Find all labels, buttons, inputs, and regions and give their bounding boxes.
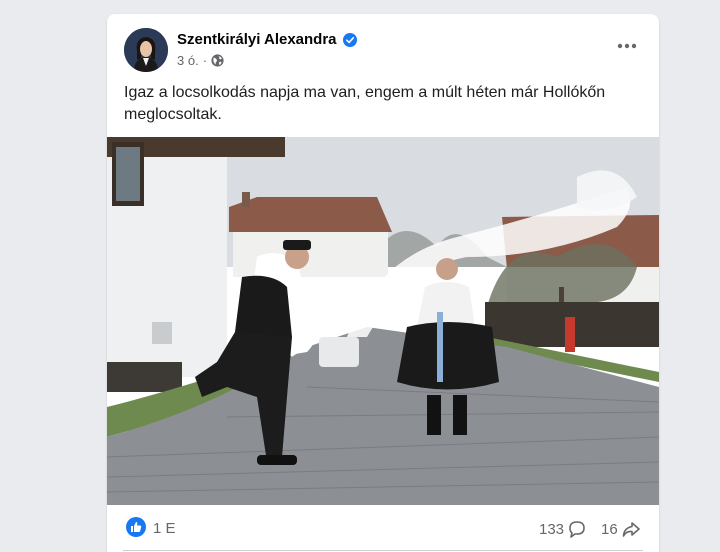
post-text-line-2: meglocsoltak.: [124, 106, 222, 123]
meta-separator: ·: [202, 53, 208, 68]
verified-badge-icon: [342, 32, 357, 47]
post-card: Szentkirályi Alexandra 3 ó. · Igaz a loc…: [107, 14, 659, 552]
post-footer: 1 E 133 16: [107, 514, 659, 544]
comment-count: 133: [539, 520, 565, 538]
post-timestamp[interactable]: 3 ó.: [177, 53, 199, 68]
post-photo[interactable]: [107, 137, 659, 505]
reaction-count[interactable]: 1 E: [153, 520, 176, 537]
share-icon: [622, 522, 640, 537]
footer-divider: [123, 550, 643, 551]
post-header: Szentkirályi Alexandra 3 ó. ·: [107, 14, 659, 78]
post-text-line-1: Igaz a locsolkodás napja ma van, engem a…: [124, 84, 606, 101]
author-name[interactable]: Szentkirályi Alexandra: [177, 31, 337, 48]
comment-icon: [569, 521, 585, 538]
share-count-button[interactable]: 16: [601, 520, 640, 538]
share-count: 16: [601, 520, 618, 538]
comment-count-button[interactable]: 133: [539, 520, 586, 538]
author-avatar[interactable]: [124, 28, 168, 72]
globe-icon: [211, 54, 224, 67]
post-text: Igaz a locsolkodás napja ma van, engem a…: [124, 82, 644, 126]
more-options-icon[interactable]: [613, 34, 641, 58]
like-reaction-icon[interactable]: [126, 517, 146, 537]
